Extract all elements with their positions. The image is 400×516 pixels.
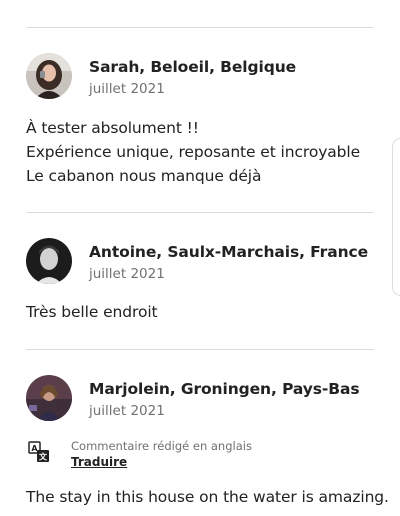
reviews-page: Sarah, Beloeil, Belgique juillet 2021 À … [0,0,400,516]
translate-link[interactable]: Traduire [71,455,127,469]
review-text-line: Expérience unique, reposante et incroyab… [26,143,361,161]
review-date: juillet 2021 [89,266,165,282]
svg-text:文: 文 [39,452,48,462]
review-text-line: The stay in this house on the water is a… [26,488,389,506]
divider [26,212,374,213]
review-text-line: Le cabanon nous manque déjà [26,167,262,185]
reviewer-name: Marjolein, Groningen, Pays-Bas [89,380,360,398]
review-date: juillet 2021 [89,403,165,419]
divider [26,349,374,350]
reviewer-name: Sarah, Beloeil, Belgique [89,58,297,76]
avatar-sarah[interactable] [26,53,72,99]
avatar-marjolein[interactable] [26,375,72,421]
avatar-antoine[interactable] [26,238,72,284]
translation-note: Commentaire rédigé en anglais [71,439,252,453]
review-text-line: À tester absolument !! [26,119,199,137]
divider [26,27,374,28]
side-panel-edge[interactable] [392,138,400,296]
reviewer-name: Antoine, Saulx-Marchais, France [89,243,369,261]
review-date: juillet 2021 [89,81,165,97]
review-text-line: Très belle endroit [26,303,158,321]
translate-icon: A 文 [28,441,50,463]
